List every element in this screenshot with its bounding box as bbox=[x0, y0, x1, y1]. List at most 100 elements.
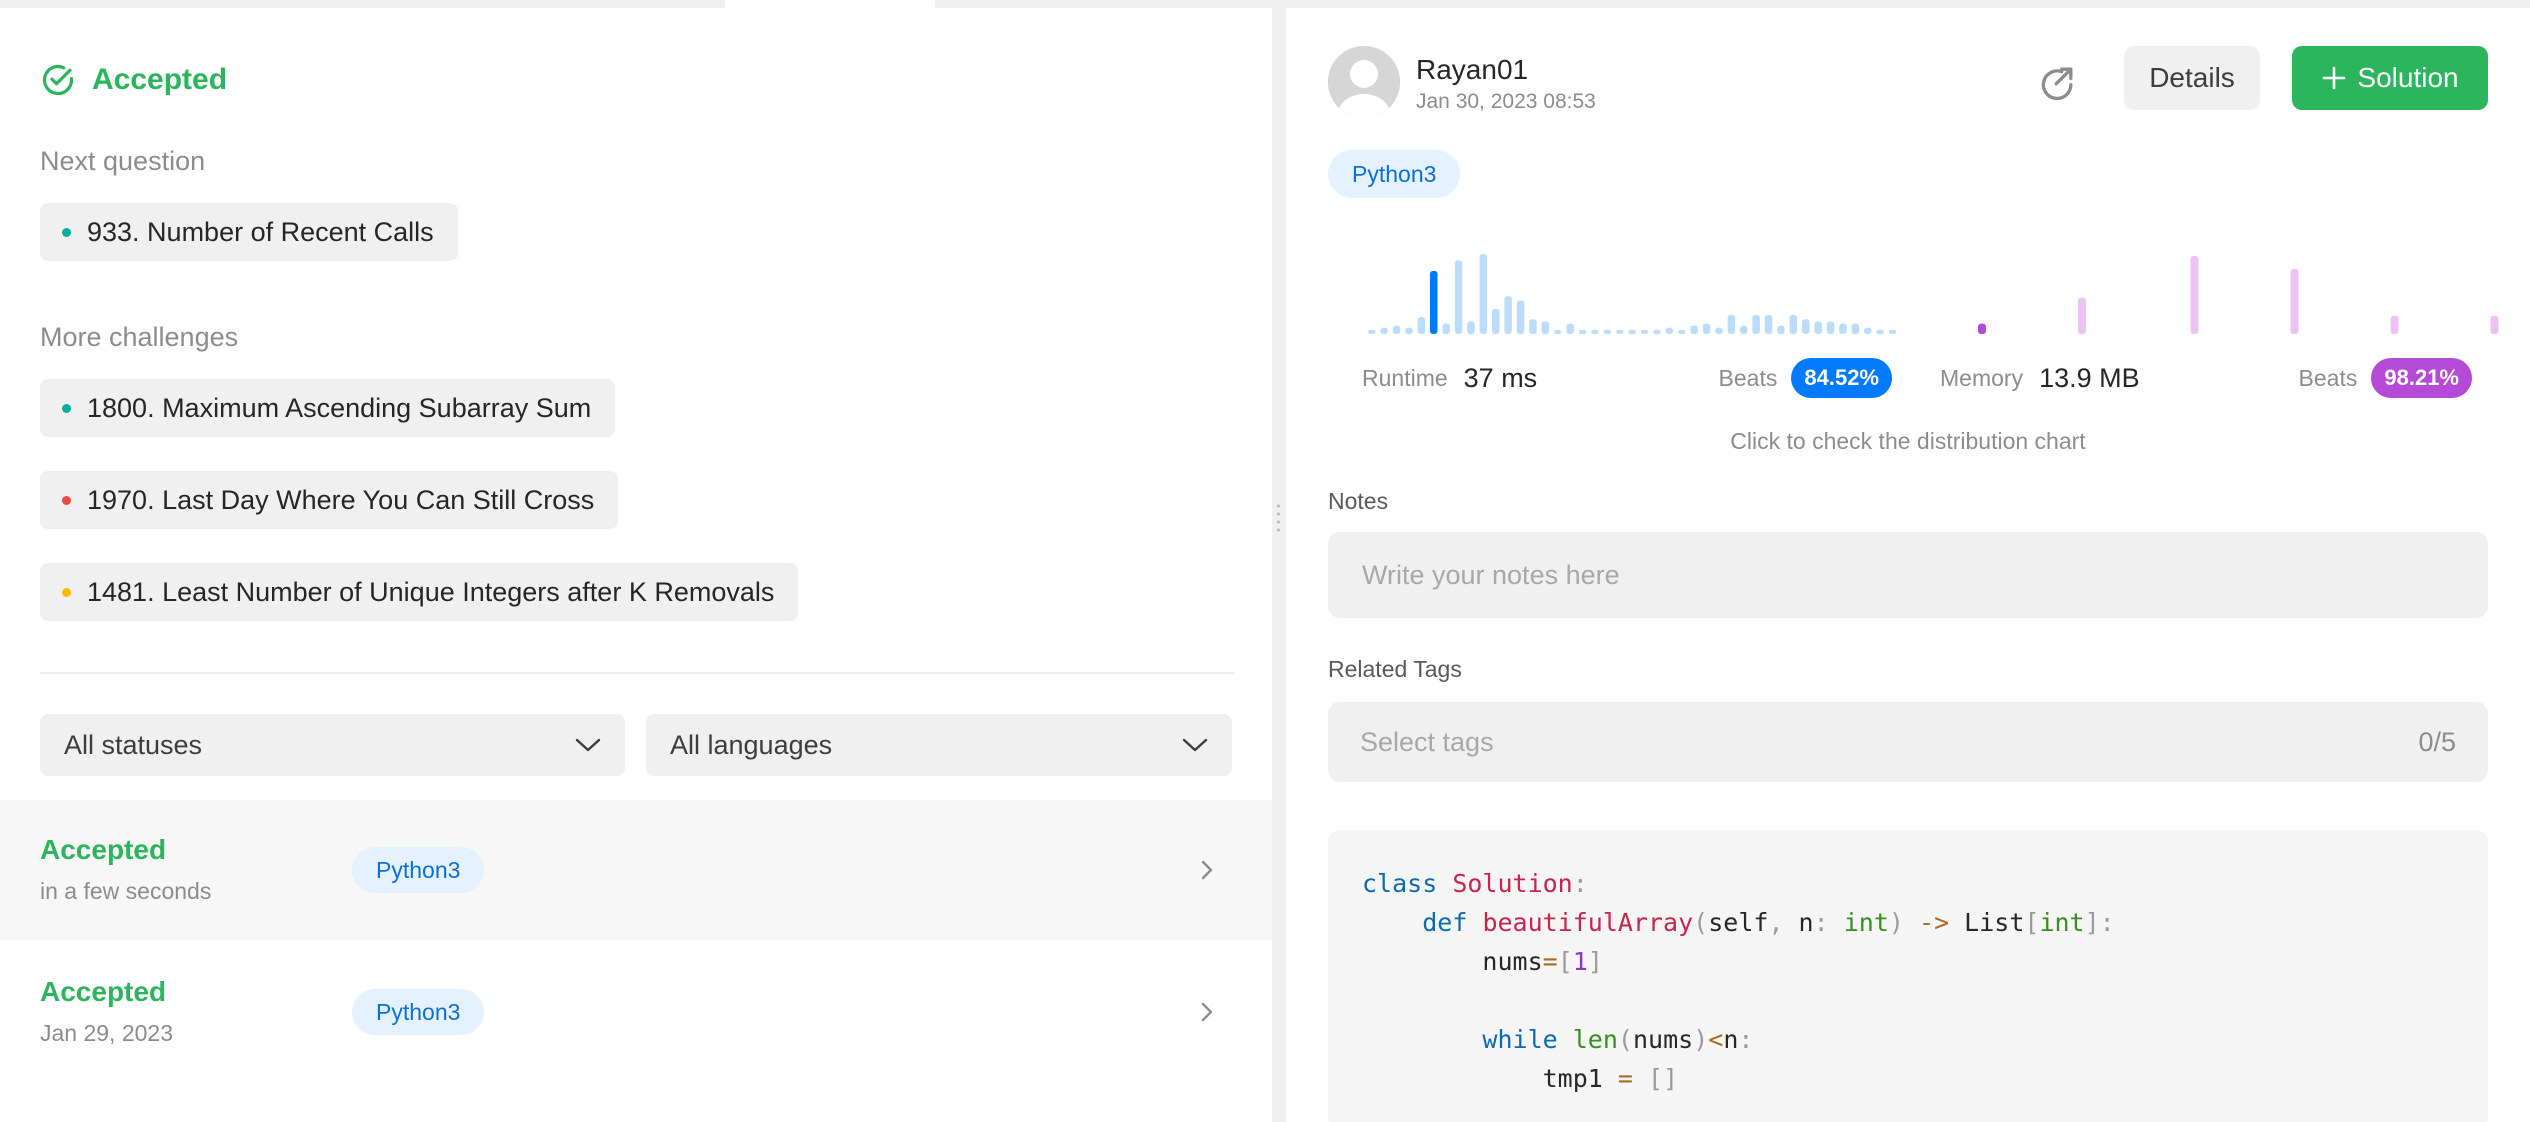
code-line: class Solution: bbox=[1362, 869, 1588, 898]
distribution-bar bbox=[1554, 329, 1562, 334]
distribution-bar bbox=[1814, 321, 1822, 334]
next-question-title: Next question bbox=[40, 146, 206, 176]
next-question-item[interactable]: 933. Number of Recent Calls bbox=[40, 203, 458, 261]
solution-button-label: Solution bbox=[2357, 62, 2459, 93]
runtime-label: Runtime bbox=[1362, 364, 1448, 391]
challenge-item[interactable]: 1481. Least Number of Unique Integers af… bbox=[40, 563, 799, 621]
distribution-bar bbox=[1628, 329, 1636, 334]
challenge-item[interactable]: 1800. Maximum Ascending Subarray Sum bbox=[40, 379, 616, 437]
panel-resize-handle[interactable] bbox=[1272, 8, 1286, 1122]
section-divider bbox=[40, 672, 1234, 674]
distribution-bar bbox=[1702, 323, 1711, 334]
avatar[interactable] bbox=[1328, 46, 1400, 118]
language-filter-value: All languages bbox=[670, 729, 833, 760]
submission-date: Jan 30, 2023 08:53 bbox=[1416, 90, 1596, 113]
distribution-bar bbox=[1578, 329, 1587, 334]
distribution-bar bbox=[1888, 329, 1897, 334]
code-line: def beautifulArray(self, n: int) -> List… bbox=[1422, 908, 2115, 937]
distribution-bar bbox=[1715, 327, 1723, 334]
runtime-beats-label: Beats bbox=[1718, 364, 1778, 391]
distribution-bar bbox=[1603, 329, 1612, 334]
submission-time: Jan 29, 2023 bbox=[40, 1020, 174, 1046]
tags-select[interactable]: Select tags 0/5 bbox=[1328, 702, 2488, 782]
distribution-bar bbox=[1839, 323, 1847, 334]
distribution-bar bbox=[1690, 325, 1698, 334]
distribution-bar bbox=[1479, 254, 1488, 334]
distribution-bar bbox=[1504, 296, 1512, 334]
memory-value: 13.9 MB bbox=[2039, 362, 2140, 393]
distribution-bar bbox=[1467, 321, 1475, 334]
distribution-bar bbox=[1678, 329, 1686, 334]
distribution-bar bbox=[2390, 315, 2399, 334]
runtime-beats-badge: 84.52% bbox=[1791, 358, 1892, 398]
distribution-bar bbox=[1876, 329, 1884, 334]
challenge-item[interactable]: 1970. Last Day Where You Can Still Cross bbox=[40, 471, 619, 529]
chevron-down-icon bbox=[1182, 738, 1208, 752]
distribution-bar bbox=[1978, 323, 1986, 334]
add-solution-button[interactable]: Solution bbox=[2292, 46, 2488, 110]
distribution-bar bbox=[1789, 315, 1798, 334]
top-tab-strip bbox=[0, 0, 2530, 8]
submission-time: in a few seconds bbox=[40, 878, 212, 904]
plus-icon bbox=[2323, 66, 2346, 90]
distribution-bar bbox=[1405, 327, 1413, 334]
code-content: class Solution: def beautifulArray(self,… bbox=[1362, 864, 2115, 1098]
distribution-bar bbox=[2190, 256, 2199, 334]
difficulty-dot bbox=[62, 227, 71, 237]
distribution-bar bbox=[1826, 321, 1835, 334]
memory-distribution-chart[interactable] bbox=[1966, 244, 2526, 336]
distribution-bar bbox=[1368, 329, 1376, 334]
distribution-bar bbox=[1616, 329, 1624, 334]
runtime-distribution-chart[interactable] bbox=[1356, 244, 1916, 336]
active-tab-indicator bbox=[725, 0, 935, 8]
distribution-bar bbox=[1727, 315, 1736, 334]
chevron-right-icon bbox=[1201, 860, 1213, 880]
submission-status: Accepted bbox=[40, 834, 167, 865]
notes-label: Notes bbox=[1328, 488, 1389, 514]
submission-language: Python3 bbox=[352, 989, 485, 1035]
distribution-bar bbox=[1851, 323, 1860, 334]
user-silhouette-icon bbox=[1328, 46, 1400, 118]
distribution-bar bbox=[1802, 319, 1810, 334]
language-filter-select[interactable]: All languages bbox=[646, 714, 1232, 776]
result-status: Accepted bbox=[92, 63, 228, 96]
distribution-bar bbox=[2490, 315, 2499, 334]
memory-beats-label: Beats bbox=[2298, 364, 2358, 391]
problem-title: 1800. Maximum Ascending Subarray Sum bbox=[87, 392, 592, 423]
status-filter-select[interactable]: All statuses bbox=[40, 714, 625, 776]
distribution-bar bbox=[1380, 327, 1388, 334]
details-button[interactable]: Details bbox=[2124, 46, 2260, 110]
language-tag: Python3 bbox=[1328, 150, 1461, 198]
submission-result-header: Accepted bbox=[40, 60, 227, 100]
difficulty-dot bbox=[62, 495, 71, 505]
distribution-bar bbox=[1541, 321, 1550, 334]
code-line: while len(nums)<n: bbox=[1482, 1025, 1754, 1054]
drag-grip-icon bbox=[1277, 502, 1280, 536]
problem-title: 1970. Last Day Where You Can Still Cross bbox=[87, 484, 595, 515]
distribution-bar bbox=[1529, 319, 1537, 334]
problem-title: 933. Number of Recent Calls bbox=[87, 216, 434, 247]
distribution-bar bbox=[1764, 315, 1773, 334]
distribution-bar bbox=[1454, 260, 1463, 334]
share-icon[interactable] bbox=[2036, 60, 2080, 104]
difficulty-dot bbox=[62, 403, 71, 413]
submission-row[interactable]: Accepted in a few seconds Python3 bbox=[0, 800, 1272, 940]
distribution-bar bbox=[1777, 325, 1785, 334]
submission-language: Python3 bbox=[352, 847, 485, 893]
tags-count: 0/5 bbox=[2418, 726, 2456, 757]
distribution-bar bbox=[1417, 317, 1426, 334]
code-block[interactable]: class Solution: def beautifulArray(self,… bbox=[1328, 830, 2488, 1122]
code-line: nums=[1] bbox=[1362, 947, 1603, 976]
memory-beats-badge: 98.21% bbox=[2371, 358, 2472, 398]
related-tags-label: Related Tags bbox=[1328, 656, 1462, 682]
notes-input[interactable]: Write your notes here bbox=[1328, 532, 2488, 618]
right-panel: Rayan01 Jan 30, 2023 08:53 Details Solut… bbox=[1286, 8, 2530, 1122]
more-challenges-title: More challenges bbox=[40, 322, 239, 352]
memory-label: Memory bbox=[1940, 364, 2024, 391]
distribution-hint[interactable]: Click to check the distribution chart bbox=[1286, 428, 2530, 455]
username[interactable]: Rayan01 bbox=[1416, 54, 1528, 86]
distribution-bar bbox=[1640, 329, 1649, 334]
left-panel: Accepted Next question 933. Number of Re… bbox=[0, 8, 1272, 1122]
submission-row[interactable]: Accepted Jan 29, 2023 Python3 bbox=[0, 942, 1272, 1082]
distribution-bar bbox=[1516, 300, 1525, 334]
